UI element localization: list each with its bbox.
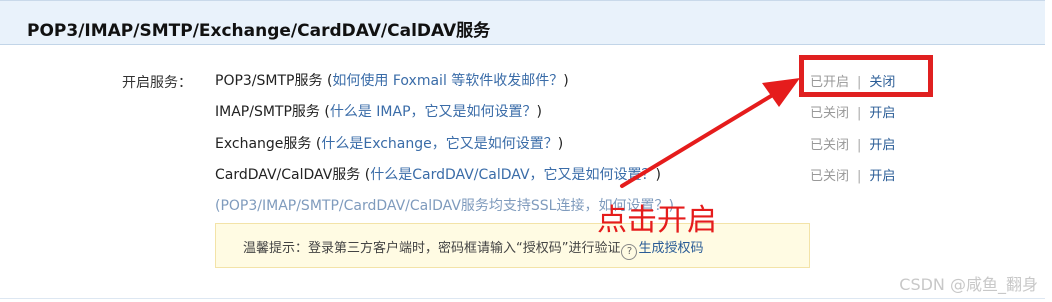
- tip-box: 温馨提示：登录第三方客户端时，密码框请输入“授权码”进行验证? 生成授权码: [215, 223, 810, 268]
- state-label: 已关闭: [810, 169, 850, 184]
- separator: |: [857, 138, 862, 153]
- help-link-foxmail[interactable]: 如何使用 Foxmail 等软件收发邮件？: [332, 73, 563, 89]
- service-name: CardDAV/CalDAV服务: [215, 167, 361, 183]
- divider: [0, 298, 1045, 299]
- service-row-pop3: POP3/SMTP服务 (如何使用 Foxmail 等软件收发邮件？): [215, 70, 569, 90]
- watermark: CSDN @咸鱼_翻身: [899, 275, 1038, 294]
- status-carddav: 已关闭 | 开启: [810, 165, 895, 184]
- paren-close: ): [563, 73, 569, 89]
- tip-text: 温馨提示：登录第三方客户端时，密码框请输入“授权码”进行验证: [243, 241, 621, 256]
- status-exchange: 已关闭 | 开启: [810, 134, 895, 153]
- tip-text-line: 温馨提示：登录第三方客户端时，密码框请输入“授权码”进行验证? 生成授权码: [243, 237, 704, 260]
- service-row-imap: IMAP/SMTP服务 (什么是 IMAP，它又是如何设置？): [215, 101, 542, 121]
- separator: |: [857, 106, 862, 121]
- highlight-box: [799, 55, 933, 97]
- open-carddav-button[interactable]: 开启: [869, 169, 895, 184]
- section-header: POP3/IMAP/SMTP/Exchange/CardDAV/CalDAV服务: [0, 0, 1045, 45]
- status-imap: 已关闭 | 开启: [810, 102, 895, 121]
- open-imap-button[interactable]: 开启: [869, 106, 895, 121]
- service-name: IMAP/SMTP服务: [215, 104, 320, 120]
- question-icon[interactable]: ?: [621, 244, 638, 260]
- state-label: 已关闭: [810, 138, 850, 153]
- help-link-carddav[interactable]: 什么是CardDAV/CalDAV，它又是如何设置？: [370, 167, 655, 183]
- open-exchange-button[interactable]: 开启: [869, 138, 895, 153]
- paren-close: ): [655, 167, 662, 183]
- help-link-imap[interactable]: 什么是 IMAP，它又是如何设置？: [330, 104, 537, 120]
- service-name: Exchange服务: [215, 136, 312, 152]
- help-link-exchange[interactable]: 什么是Exchange，它又是如何设置？: [321, 136, 557, 152]
- annotation-text: 点击开启: [597, 203, 717, 238]
- section-title: POP3/IMAP/SMTP/Exchange/CardDAV/CalDAV服务: [27, 21, 491, 41]
- paren-close: ): [557, 136, 564, 152]
- generate-auth-code-link[interactable]: 生成授权码: [638, 241, 703, 256]
- state-label: 已关闭: [810, 106, 850, 121]
- services-label: 开启服务：: [122, 75, 192, 91]
- service-row-exchange: Exchange服务 (什么是Exchange，它又是如何设置？): [215, 133, 563, 153]
- paren-close: ): [536, 104, 542, 120]
- service-name: POP3/SMTP服务: [215, 73, 323, 89]
- separator: |: [857, 169, 862, 184]
- service-row-carddav: CardDAV/CalDAV服务 (什么是CardDAV/CalDAV，它又是如…: [215, 164, 661, 184]
